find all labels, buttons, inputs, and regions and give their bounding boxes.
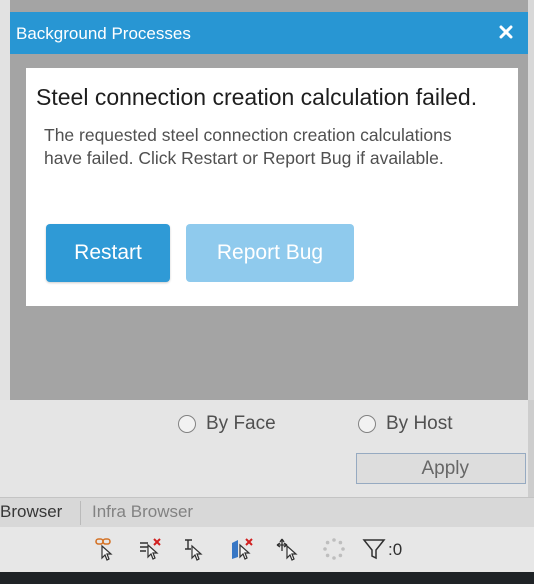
restart-button[interactable]: Restart bbox=[46, 224, 170, 282]
report-bug-button[interactable]: Report Bug bbox=[186, 224, 354, 282]
modal-overlay-lower bbox=[0, 400, 534, 572]
background-processes-dialog: Background Processes Steel connection cr… bbox=[10, 12, 528, 400]
dialog-title: Background Processes bbox=[16, 24, 191, 43]
error-headline: Steel connection creation calculation fa… bbox=[36, 84, 478, 110]
close-icon[interactable] bbox=[494, 20, 518, 44]
dialog-titlebar: Background Processes bbox=[10, 12, 528, 54]
error-message: The requested steel connection creation … bbox=[44, 125, 452, 168]
taskbar-strip bbox=[0, 572, 534, 584]
left-edge bbox=[0, 0, 10, 400]
error-card: Steel connection creation calculation fa… bbox=[26, 68, 518, 306]
